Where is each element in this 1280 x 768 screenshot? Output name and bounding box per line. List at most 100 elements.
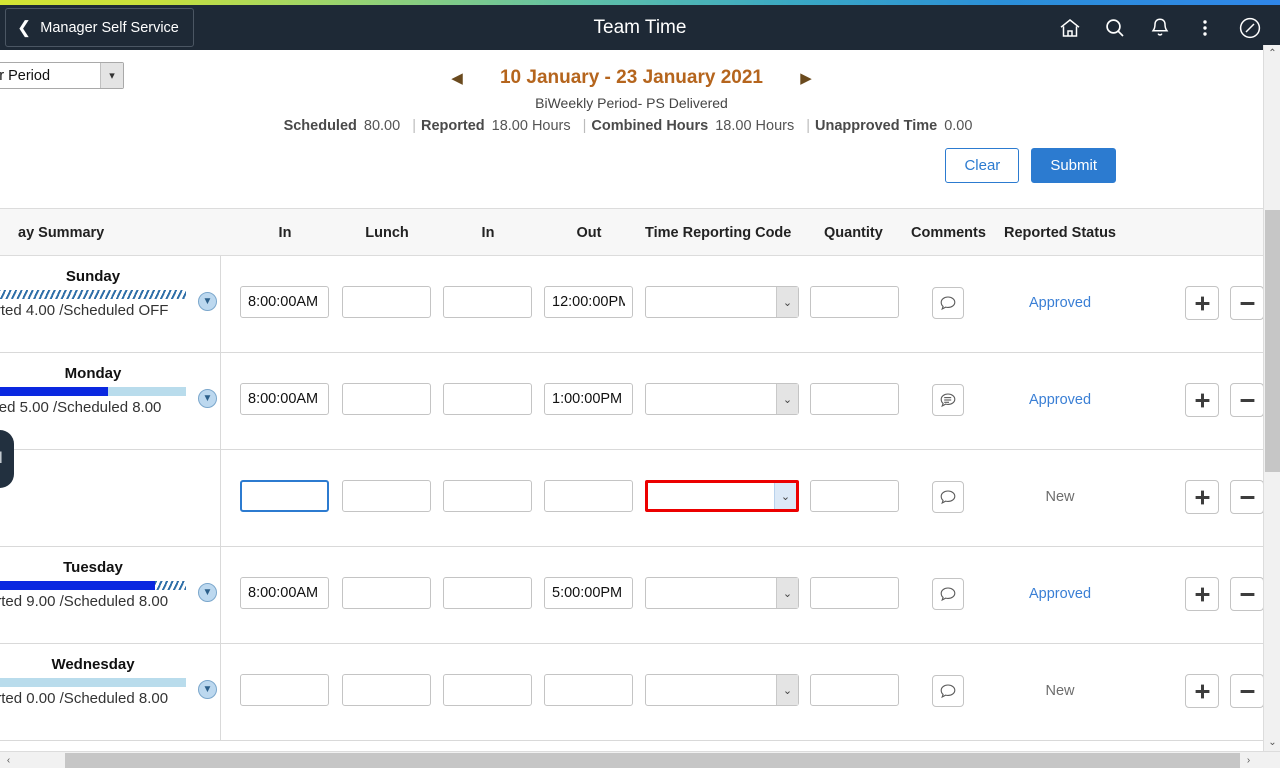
column-header-in-1: In: [240, 209, 330, 257]
team-time-page: ❮ Manager Self Service Team Time: [0, 0, 1280, 768]
day-progress-bar: [0, 290, 186, 299]
pause-bars-icon: ‖: [0, 450, 4, 468]
day-summary-cell: Sundayorted 4.00 /Scheduled OFF▼: [0, 256, 220, 352]
column-divider: [220, 450, 221, 546]
comment-bubble-icon[interactable]: [932, 481, 964, 513]
unapproved-time-label: Unapproved Time: [815, 118, 937, 134]
combined-hours-value: 18.00 Hours: [715, 118, 794, 134]
remove-row-button[interactable]: [1230, 577, 1263, 611]
in-time-input-2[interactable]: [443, 286, 532, 318]
period-navigation: ◀ 10 January - 23 January 2021 ▶: [0, 64, 1263, 92]
quantity-input[interactable]: [810, 383, 899, 415]
period-date-range: 10 January - 23 January 2021: [474, 67, 789, 89]
lunch-time-input[interactable]: [342, 577, 431, 609]
notification-bell-icon[interactable]: [1138, 6, 1182, 50]
vertical-scrollbar[interactable]: ⌃ ⌄: [1263, 45, 1280, 751]
table-row: ⌄New: [0, 450, 1263, 547]
add-row-button[interactable]: [1185, 674, 1219, 708]
scroll-right-button[interactable]: ›: [1240, 752, 1257, 768]
out-time-input[interactable]: [544, 480, 633, 512]
home-icon[interactable]: [1048, 6, 1092, 50]
out-time-input[interactable]: [544, 383, 633, 415]
scroll-down-button[interactable]: ⌄: [1264, 734, 1280, 751]
vertical-scrollbar-thumb[interactable]: [1265, 210, 1280, 472]
chevron-down-icon: ⌄: [776, 578, 798, 608]
time-reporting-code-select[interactable]: ⌄: [645, 577, 799, 609]
day-progress-bar: [0, 581, 186, 590]
quantity-input[interactable]: [810, 480, 899, 512]
status-badge[interactable]: Approved: [1005, 287, 1115, 319]
column-divider: [220, 353, 221, 449]
lunch-time-input[interactable]: [342, 286, 431, 318]
scroll-left-button[interactable]: ‹: [0, 752, 17, 768]
comment-bubble-icon[interactable]: [932, 675, 964, 707]
column-divider: [220, 547, 221, 643]
time-reporting-code-select[interactable]: ⌄: [645, 383, 799, 415]
out-time-input[interactable]: [544, 577, 633, 609]
day-expand-chevron-down-icon[interactable]: ▼: [198, 292, 217, 311]
day-expand-chevron-down-icon[interactable]: ▼: [198, 389, 217, 408]
remove-row-button[interactable]: [1230, 383, 1263, 417]
in-time-input[interactable]: [240, 383, 329, 415]
horizontal-scrollbar-thumb[interactable]: [65, 753, 1240, 768]
in-time-input-2[interactable]: [443, 480, 532, 512]
quantity-input[interactable]: [810, 286, 899, 318]
lunch-time-input[interactable]: [342, 674, 431, 706]
table-row: Sundayorted 4.00 /Scheduled OFF▼ ⌄ Approve…: [0, 256, 1263, 353]
horizontal-scrollbar[interactable]: ‹ ›: [0, 751, 1280, 768]
scheduled-label: Scheduled: [284, 118, 357, 134]
navbar-compass-icon[interactable]: [1228, 6, 1272, 50]
submit-button[interactable]: Submit: [1031, 148, 1116, 183]
add-row-button[interactable]: [1185, 286, 1219, 320]
column-header-day-summary: ay Summary: [18, 209, 104, 257]
out-time-input[interactable]: [544, 286, 633, 318]
status-badge[interactable]: Approved: [1005, 384, 1115, 416]
in-time-input[interactable]: [240, 674, 329, 706]
column-header-time-reporting-code: Time Reporting Code: [645, 209, 791, 257]
scheduled-value: 80.00: [364, 118, 400, 134]
add-row-button[interactable]: [1185, 383, 1219, 417]
remove-row-button[interactable]: [1230, 286, 1263, 320]
time-reporting-code-select[interactable]: ⌄: [645, 286, 799, 318]
header-icon-group: [1048, 5, 1272, 50]
quantity-input[interactable]: [810, 674, 899, 706]
in-time-input-2[interactable]: [443, 383, 532, 415]
day-name: Monday: [0, 365, 186, 382]
time-reporting-code-select[interactable]: ⌄: [645, 480, 799, 512]
quantity-input[interactable]: [810, 577, 899, 609]
back-to-manager-self-service-button[interactable]: ❮ Manager Self Service: [5, 8, 194, 47]
remove-row-button[interactable]: [1230, 674, 1263, 708]
column-divider: [220, 644, 221, 740]
in-time-input[interactable]: [240, 480, 329, 512]
day-progress-bar: [0, 387, 186, 396]
in-time-input[interactable]: [240, 286, 329, 318]
in-time-input-2[interactable]: [443, 674, 532, 706]
day-name: Wednesday: [0, 656, 186, 673]
in-time-input-2[interactable]: [443, 577, 532, 609]
status-badge[interactable]: Approved: [1005, 578, 1115, 610]
add-row-button[interactable]: [1185, 577, 1219, 611]
day-expand-chevron-down-icon[interactable]: ▼: [198, 583, 217, 602]
scroll-up-button[interactable]: ⌃: [1264, 45, 1280, 62]
previous-period-button[interactable]: ◀: [440, 64, 474, 92]
search-icon[interactable]: [1093, 6, 1137, 50]
next-period-button[interactable]: ▶: [789, 64, 823, 92]
reported-value: 18.00 Hours: [492, 118, 571, 134]
column-header-out: Out: [544, 209, 634, 257]
actions-kebab-icon[interactable]: [1183, 6, 1227, 50]
lunch-time-input[interactable]: [342, 383, 431, 415]
comment-bubble-icon[interactable]: [932, 287, 964, 319]
table-row: Tuesdayorted 9.00 /Scheduled 8.00▼⌄Appro…: [0, 547, 1263, 644]
day-expand-chevron-down-icon[interactable]: ▼: [198, 680, 217, 699]
out-time-input[interactable]: [544, 674, 633, 706]
add-row-button[interactable]: [1185, 480, 1219, 514]
time-reporting-code-select[interactable]: ⌄: [645, 674, 799, 706]
remove-row-button[interactable]: [1230, 480, 1263, 514]
in-time-input[interactable]: [240, 577, 329, 609]
lunch-time-input[interactable]: [342, 480, 431, 512]
side-panel-collapse-handle[interactable]: ‖: [0, 430, 14, 488]
unapproved-time-value: 0.00: [944, 118, 972, 134]
clear-button[interactable]: Clear: [945, 148, 1019, 183]
comment-bubble-icon[interactable]: [932, 384, 964, 416]
comment-bubble-icon[interactable]: [932, 578, 964, 610]
